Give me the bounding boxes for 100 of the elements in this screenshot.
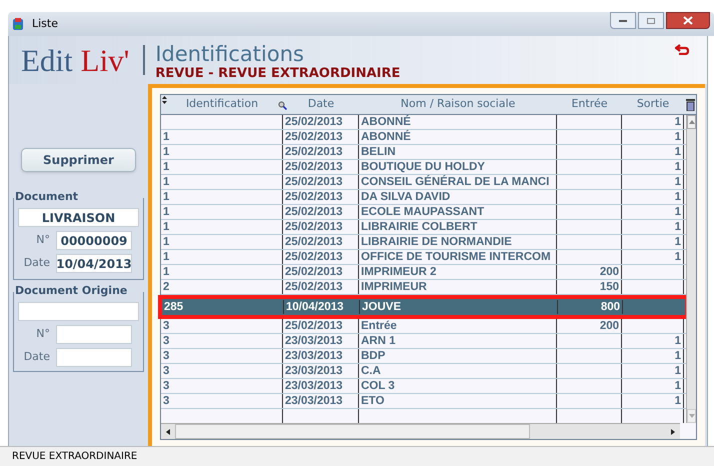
number-field[interactable]: 00000009 bbox=[56, 231, 132, 250]
date-field[interactable]: 10/04/2013 bbox=[56, 254, 132, 273]
origin-type-field[interactable] bbox=[18, 302, 139, 321]
table-cell: IMPRIMEUR 2 bbox=[359, 265, 557, 279]
vertical-scrollbar[interactable] bbox=[686, 115, 696, 423]
field-label: Date bbox=[22, 349, 50, 366]
table-cell: 1 bbox=[622, 379, 684, 393]
date-field[interactable] bbox=[56, 348, 132, 367]
number-field[interactable] bbox=[56, 325, 132, 344]
back-icon[interactable] bbox=[675, 44, 689, 55]
table-row[interactable]: 3 23/03/2013 COL 3 1 bbox=[161, 379, 686, 394]
table-cell: 1 bbox=[161, 130, 283, 144]
table-cell: 3 bbox=[161, 349, 283, 363]
table-row[interactable]: 1 25/02/2013 IMPRIMEUR 2 200 bbox=[161, 265, 686, 280]
table-cell: ETO bbox=[359, 394, 557, 408]
window-title: Liste bbox=[32, 16, 58, 32]
table-cell: ECOLE MAUPASSANT bbox=[359, 205, 557, 219]
table-cell: 1 bbox=[622, 394, 684, 408]
table-cell: 25/02/2013 bbox=[283, 160, 359, 174]
table-cell: ABONNÉ bbox=[359, 115, 557, 129]
page-subtitle: REVUE - REVUE EXTRAORDINAIRE bbox=[155, 67, 400, 80]
table-cell: 23/03/2013 bbox=[283, 364, 359, 378]
column-header[interactable]: Identification bbox=[161, 95, 283, 114]
table-cell: 1 bbox=[161, 175, 283, 189]
table-cell: 1 bbox=[622, 364, 684, 378]
table-cell: 200 bbox=[557, 265, 622, 279]
table-cell: 1 bbox=[622, 145, 684, 159]
table-row[interactable]: 25/02/2013 ABONNÉ 1 bbox=[161, 115, 686, 130]
table-cell: 25/02/2013 bbox=[283, 130, 359, 144]
table-cell: LIBRAIRIE COLBERT bbox=[359, 220, 557, 234]
scroll-left-icon[interactable] bbox=[166, 428, 170, 434]
table-row[interactable]: 1 25/02/2013 CONSEIL GÉNÉRAL DE LA MANCI 1 bbox=[161, 175, 686, 190]
table-cell: 1 bbox=[622, 160, 684, 174]
table-cell: 25/02/2013 bbox=[283, 250, 359, 264]
column-header[interactable]: Sortie bbox=[622, 95, 684, 114]
table-cell: COL 3 bbox=[359, 379, 557, 393]
table-cell: BOUTIQUE DU HOLDY bbox=[359, 160, 557, 174]
column-header[interactable]: Entrée bbox=[557, 95, 622, 114]
table-cell: 23/03/2013 bbox=[283, 349, 359, 363]
table-row[interactable]: 3 23/03/2013 BDP 1 bbox=[161, 349, 686, 364]
table-cell: 150 bbox=[557, 280, 622, 294]
table-cell: 285 bbox=[162, 300, 284, 314]
table-cell: 25/02/2013 bbox=[283, 265, 359, 279]
delete-icon[interactable] bbox=[686, 98, 694, 110]
table-row[interactable]: 1 25/02/2013 ABONNÉ 1 bbox=[161, 130, 686, 145]
column-header[interactable]: Date bbox=[283, 95, 359, 114]
table-row[interactable]: 3 23/03/2013 C.A 1 bbox=[161, 364, 686, 379]
maximize-button[interactable] bbox=[638, 12, 664, 29]
table-cell: 25/02/2013 bbox=[283, 220, 359, 234]
delete-button[interactable]: Supprimer bbox=[21, 148, 136, 172]
table-row[interactable]: 1 25/02/2013 DA SILVA DAVID 1 bbox=[161, 190, 686, 205]
table-row[interactable]: 1 25/02/2013 OFFICE DE TOURISME INTERCOM 1 bbox=[161, 250, 686, 265]
document-type-field[interactable]: LIVRAISON bbox=[18, 208, 139, 227]
table-row[interactable]: 1 25/02/2013 LIBRAIRIE DE NORMANDIE 1 bbox=[161, 235, 686, 250]
table-cell: 1 bbox=[622, 175, 684, 189]
column-header[interactable]: Nom / Raison sociale bbox=[359, 95, 557, 114]
table-cell: BDP bbox=[359, 349, 557, 363]
table-cell: 1 bbox=[161, 220, 283, 234]
table-cell: 3 bbox=[161, 379, 283, 393]
table-cell: 25/02/2013 bbox=[283, 319, 359, 333]
table-row[interactable]: 3 25/02/2013 Entrée 200 bbox=[161, 319, 686, 334]
field-label: Date bbox=[22, 255, 50, 272]
table-cell: 25/02/2013 bbox=[283, 175, 359, 189]
search-icon[interactable] bbox=[278, 101, 287, 110]
close-icon bbox=[683, 16, 693, 25]
sort-icon[interactable] bbox=[162, 96, 167, 104]
table-cell: 1 bbox=[161, 145, 283, 159]
table-cell: 25/02/2013 bbox=[283, 205, 359, 219]
table-cell: 3 bbox=[161, 364, 283, 378]
table-row[interactable]: 1 25/02/2013 ECOLE MAUPASSANT 1 bbox=[161, 205, 686, 220]
table-row[interactable]: 1 25/02/2013 BOUTIQUE DU HOLDY 1 bbox=[161, 160, 686, 175]
table-row[interactable]: 1 25/02/2013 LIBRAIRIE COLBERT 1 bbox=[161, 220, 686, 235]
field-label: N° bbox=[35, 326, 50, 342]
table-cell: 1 bbox=[622, 115, 684, 129]
table-cell: 3 bbox=[161, 334, 283, 348]
table-cell: 1 bbox=[622, 235, 684, 249]
table-row[interactable]: 3 23/03/2013 ARN 1 1 bbox=[161, 334, 686, 349]
table-cell: 1 bbox=[161, 160, 283, 174]
table-cell: BELIN bbox=[359, 145, 557, 159]
table-cell: ABONNÉ bbox=[359, 130, 557, 144]
table-row[interactable]: 285 10/04/2013 JOUVE 800 bbox=[158, 295, 689, 319]
table-cell: 1 bbox=[622, 220, 684, 234]
table-cell: 25/02/2013 bbox=[283, 235, 359, 249]
minimize-button[interactable] bbox=[610, 12, 636, 29]
scroll-right-icon[interactable] bbox=[671, 428, 675, 434]
table-cell: 1 bbox=[622, 334, 684, 348]
table-row[interactable]: 1 25/02/2013 BELIN 1 bbox=[161, 145, 686, 160]
table-row[interactable]: 3 23/03/2013 ETO 1 bbox=[161, 394, 686, 409]
table-cell: 1 bbox=[161, 265, 283, 279]
table-cell: 25/02/2013 bbox=[283, 115, 359, 129]
table-cell: 1 bbox=[161, 235, 283, 249]
table-cell: 25/02/2013 bbox=[283, 190, 359, 204]
table-cell: 1 bbox=[161, 250, 283, 264]
close-button[interactable] bbox=[666, 12, 710, 29]
table-cell: OFFICE DE TOURISME INTERCOM bbox=[359, 250, 557, 264]
status-bar: REVUE EXTRAORDINAIRE bbox=[0, 446, 714, 466]
scroll-up-icon[interactable] bbox=[688, 120, 694, 124]
table-cell: 25/02/2013 bbox=[283, 145, 359, 159]
horizontal-scrollbar[interactable] bbox=[161, 423, 680, 439]
table-cell: C.A bbox=[359, 364, 557, 378]
